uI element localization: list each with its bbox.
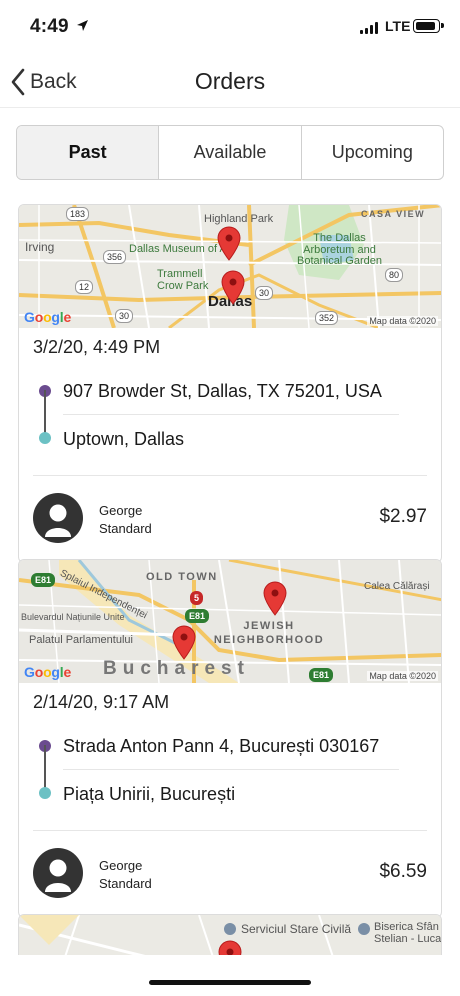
route-shield: E81 <box>185 609 210 623</box>
tab-upcoming[interactable]: Upcoming <box>302 126 443 179</box>
person-icon <box>33 493 83 543</box>
driver-name: George <box>99 503 143 518</box>
dropoff-dot-icon <box>39 432 51 444</box>
map-label: Biserica Sfân Stelian - Luca <box>374 921 441 945</box>
route-shield: 5 <box>190 591 204 605</box>
map-label: Irving <box>25 240 55 254</box>
map-label: Palatul Parlamentului <box>29 634 133 646</box>
tab-past[interactable]: Past <box>17 126 160 179</box>
pickup-address: Strada Anton Pann 4, București 030167 <box>63 722 399 770</box>
route-shield: 12 <box>75 280 94 294</box>
driver-tier: Standard <box>99 521 152 536</box>
location-arrow-icon <box>77 20 88 31</box>
map-pin-icon <box>263 581 287 616</box>
nav-bar: Back Orders <box>0 56 460 108</box>
status-time: 4:49 <box>30 16 69 37</box>
route-shield: 183 <box>66 207 90 221</box>
dropoff-address: Piața Unirii, București <box>63 784 236 804</box>
orders-tab-control: Past Available Upcoming <box>16 125 444 180</box>
route-shield: 356 <box>103 250 127 264</box>
google-logo: Google <box>24 309 72 325</box>
map-attribution: Map data ©2020 <box>367 671 438 681</box>
tab-available[interactable]: Available <box>159 126 302 179</box>
map-label-city: Bucharest <box>103 658 250 679</box>
map-label: Trammell Crow Park <box>157 268 209 292</box>
order-date: 2/14/20, 9:17 AM <box>33 692 170 712</box>
battery-icon <box>413 19 444 33</box>
driver-row: George Standard $2.97 <box>33 475 427 562</box>
poi-icon <box>358 923 370 935</box>
google-logo: Google <box>24 664 72 680</box>
signal-icon <box>360 22 378 34</box>
route-shield: 30 <box>115 309 134 323</box>
map-label: Calea Călărași <box>364 581 430 592</box>
route-shield: 30 <box>255 286 274 300</box>
driver-tier: Standard <box>99 876 152 891</box>
poi-icon <box>224 923 236 935</box>
map-pin-icon <box>172 625 196 660</box>
route-shield: 80 <box>385 268 404 282</box>
map-label: Highland Park <box>204 213 274 225</box>
map-label: The Dallas Arboretum and Botanical Garde… <box>297 232 382 268</box>
map-label: OLD TOWN <box>146 571 218 583</box>
map-pin-icon <box>221 270 245 305</box>
status-bar: 4:49 LTE <box>0 0 460 56</box>
route-shield: E81 <box>31 573 56 587</box>
route-map: OLD TOWN Calea Călărași Splaiul Independ… <box>19 560 441 683</box>
map-attribution: Map data ©2020 <box>367 316 438 326</box>
route-stops: Strada Anton Pann 4, București 030167 Pi… <box>33 722 427 818</box>
map-pin-icon <box>217 226 241 261</box>
route-connector <box>44 745 46 789</box>
pickup-address: 907 Browder St, Dallas, TX 75201, USA <box>63 367 399 415</box>
back-button[interactable]: Back <box>10 66 77 98</box>
map-label: Bulevardul Națiunile Unite <box>21 612 125 622</box>
dropoff-dot-icon <box>39 787 51 799</box>
driver-name: George <box>99 858 143 873</box>
route-map: Highland Park CASA VIEW Irving Dallas Mu… <box>19 205 441 328</box>
route-connector <box>44 390 46 434</box>
map-label: CASA VIEW <box>361 209 426 219</box>
order-price: $6.59 <box>379 861 427 882</box>
route-shield: E81 <box>309 668 334 682</box>
person-icon <box>33 848 83 898</box>
driver-row: George Standard $6.59 <box>33 830 427 917</box>
route-stops: 907 Browder St, Dallas, TX 75201, USA Up… <box>33 367 427 463</box>
network-label: LTE <box>385 18 411 34</box>
order-card[interactable]: OLD TOWN Calea Călărași Splaiul Independ… <box>18 559 442 918</box>
order-card[interactable]: Highland Park CASA VIEW Irving Dallas Mu… <box>18 204 442 563</box>
bottom-safe-area <box>0 955 460 996</box>
dropoff-address: Uptown, Dallas <box>63 429 185 449</box>
map-label: Serviciul Stare Civilă <box>241 922 352 936</box>
order-date: 3/2/20, 4:49 PM <box>33 337 161 357</box>
chevron-left-icon <box>11 68 25 96</box>
home-indicator[interactable] <box>149 980 311 985</box>
route-shield: 352 <box>315 311 339 325</box>
map-label: JEWISH NEIGHBORHOOD <box>213 620 325 646</box>
back-label: Back <box>30 70 77 93</box>
order-price: $2.97 <box>379 506 427 527</box>
